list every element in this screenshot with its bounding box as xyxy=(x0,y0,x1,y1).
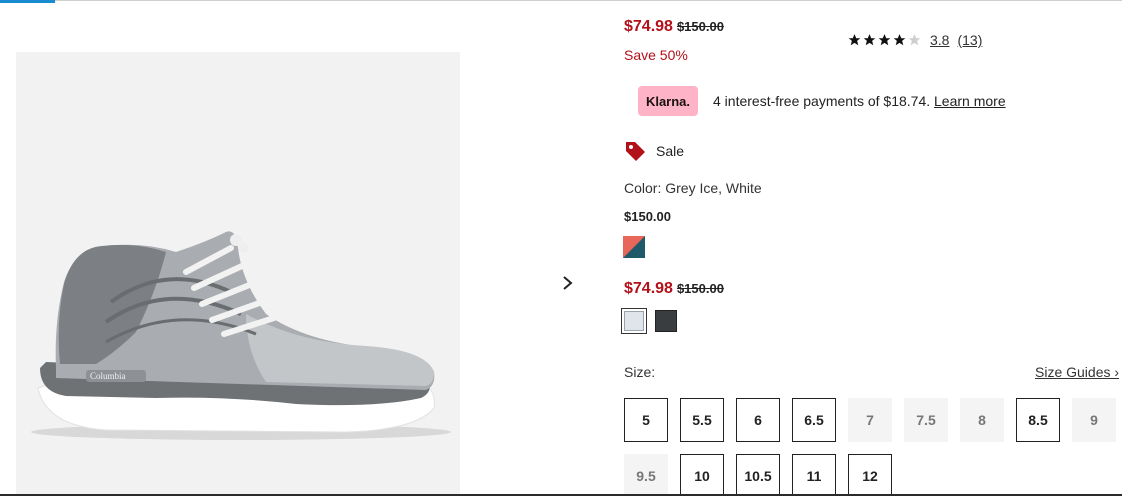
rating-stars xyxy=(847,33,922,47)
svg-text:Columbia: Columbia xyxy=(90,371,126,381)
klarna-learn-more-link[interactable]: Learn more xyxy=(934,93,1006,109)
shoe-illustration: Columbia xyxy=(31,231,451,440)
size-option-6-5[interactable]: 6.5 xyxy=(792,398,836,442)
size-option-5-5[interactable]: 5.5 xyxy=(680,398,724,442)
star-filled-icon xyxy=(863,34,876,46)
color-swatch-dark-grey[interactable] xyxy=(655,310,677,332)
size-option-10[interactable]: 10 xyxy=(680,454,724,496)
top-accent-bar xyxy=(0,0,55,3)
size-guides-link[interactable]: Size Guides › xyxy=(1035,364,1119,380)
save-percent: Save 50% xyxy=(624,47,688,63)
color-label: Color: Grey Ice, White xyxy=(624,180,762,196)
star-filled-icon xyxy=(848,34,861,46)
product-image[interactable]: Columbia xyxy=(16,52,460,496)
size-option-9-5[interactable]: 9.5 xyxy=(624,454,668,496)
color-swatch-grey-ice-selected[interactable] xyxy=(621,308,647,334)
rating[interactable]: 3.8 (13) xyxy=(847,32,982,48)
size-label: Size: xyxy=(624,364,656,380)
swatch-group-price: $150.00 xyxy=(624,209,671,224)
star-filled-icon xyxy=(893,34,906,46)
size-option-12[interactable]: 12 xyxy=(848,454,892,496)
size-option-9[interactable]: 9 xyxy=(1072,398,1116,442)
price-tag-icon xyxy=(626,142,645,161)
size-option-8[interactable]: 8 xyxy=(960,398,1004,442)
klarna-logo: Klarna. xyxy=(638,86,698,116)
size-option-5[interactable]: 5 xyxy=(624,398,668,442)
rating-value-link[interactable]: 3.8 xyxy=(930,32,949,48)
swatch-group-sale-price: $74.98 xyxy=(624,280,673,297)
swatch-group-sale-price-row: $74.98 $150.00 xyxy=(624,280,724,298)
size-option-6[interactable]: 6 xyxy=(736,398,780,442)
size-option-10-5[interactable]: 10.5 xyxy=(736,454,780,496)
klarna-text: 4 interest-free payments of $18.74. xyxy=(713,93,931,109)
color-swatch-coral-teal[interactable] xyxy=(623,236,645,258)
size-option-8-5[interactable]: 8.5 xyxy=(1016,398,1060,442)
size-option-11[interactable]: 11 xyxy=(792,454,836,496)
sale-tag-label: Sale xyxy=(656,143,685,159)
star-empty-icon xyxy=(908,34,921,46)
original-price: $150.00 xyxy=(676,19,724,34)
price-row: $74.98 $150.00 xyxy=(624,18,724,36)
sale-price: $74.98 xyxy=(624,18,673,35)
klarna-promo: Klarna. 4 interest-free payments of $18.… xyxy=(638,86,1006,116)
size-option-7[interactable]: 7 xyxy=(848,398,892,442)
top-divider xyxy=(0,0,1122,1)
review-count-link[interactable]: (13) xyxy=(957,32,982,48)
sale-tag: Sale xyxy=(624,140,684,162)
star-filled-icon xyxy=(878,34,891,46)
size-option-7-5[interactable]: 7.5 xyxy=(904,398,948,442)
swatch-group-original-price: $150.00 xyxy=(676,281,724,296)
next-image-chevron-icon[interactable] xyxy=(559,272,577,294)
